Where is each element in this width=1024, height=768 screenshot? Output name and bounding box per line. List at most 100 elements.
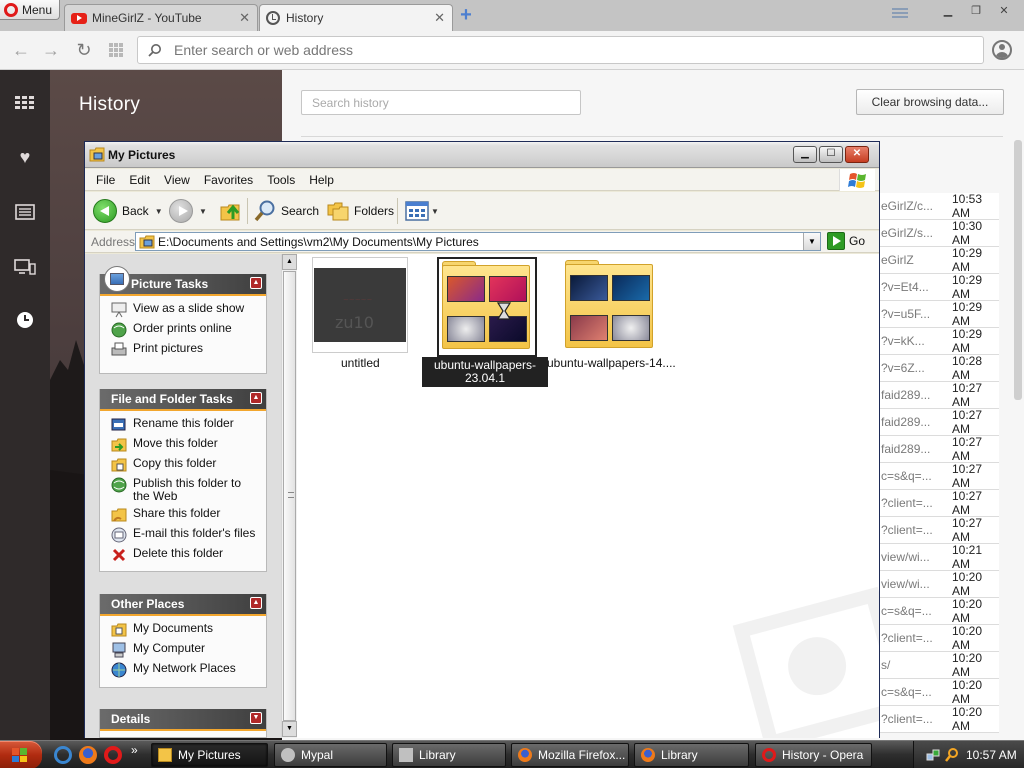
address-bar[interactable] — [137, 36, 984, 64]
collapse-icon[interactable]: ▲ — [250, 392, 262, 404]
menu-favorites[interactable]: Favorites — [197, 173, 260, 187]
task-share[interactable]: Share this folder — [111, 507, 260, 523]
menu-view[interactable]: View — [157, 173, 197, 187]
internet-explorer-icon[interactable] — [54, 746, 72, 764]
task-copy[interactable]: Copy this folder — [111, 457, 260, 473]
history-row[interactable]: eGirlZ/c... 10:53 AM — [879, 192, 999, 220]
history-row[interactable]: view/wi... 10:20 AM — [879, 570, 999, 598]
history-row[interactable]: c=s&q=... 10:27 AM — [879, 462, 999, 490]
task-rename[interactable]: Rename this folder — [111, 417, 260, 433]
tab-close-icon[interactable]: ✕ — [434, 10, 445, 26]
quick-launch-overflow[interactable]: » — [131, 743, 138, 757]
forward-arrow-icon[interactable]: → — [41, 40, 61, 60]
task-publish[interactable]: Publish this folder to the Web — [111, 477, 260, 503]
history-row[interactable]: ?client=... 10:20 AM — [879, 705, 999, 733]
expand-icon[interactable]: ▼ — [250, 712, 262, 724]
history-row[interactable]: ?client=... 10:27 AM — [879, 516, 999, 544]
history-row[interactable]: ?v=kK... 10:29 AM — [879, 327, 999, 355]
minimize-button[interactable]: ▁ — [793, 146, 817, 163]
scrollbar[interactable] — [1014, 140, 1022, 400]
network-icon[interactable] — [926, 748, 940, 762]
details-header[interactable]: Details ▼ — [100, 709, 266, 731]
tab-menu-icon[interactable] — [892, 8, 908, 22]
file-folder-tasks-header[interactable]: File and Folder Tasks ▲ — [100, 389, 266, 411]
history-row[interactable]: s/10:20 AM — [879, 651, 999, 679]
taskbar-button[interactable]: Mozilla Firefox... — [511, 743, 629, 767]
dropdown-arrow-icon[interactable]: ▼ — [431, 207, 439, 216]
clock[interactable]: 10:57 AM — [966, 748, 1017, 762]
search-icon[interactable] — [944, 747, 960, 763]
tab-close-icon[interactable]: ✕ — [239, 10, 250, 26]
history-row[interactable]: ?client=... 10:20 AM — [879, 624, 999, 652]
folders-button[interactable]: Folders — [326, 196, 394, 226]
close-button[interactable]: ✕ — [992, 2, 1016, 18]
close-button[interactable]: ✕ — [845, 146, 869, 163]
collapse-icon[interactable]: ▲ — [250, 597, 262, 609]
menu-help[interactable]: Help — [302, 173, 341, 187]
taskbar-button[interactable]: My Pictures — [151, 743, 268, 767]
history-row[interactable]: ?v=u5F... 10:29 AM — [879, 300, 999, 328]
taskbar-button[interactable]: Library — [392, 743, 506, 767]
picture-tasks-header[interactable]: Picture Tasks ▲ — [100, 266, 266, 296]
task-order-prints[interactable]: Order prints online — [111, 322, 260, 338]
scroll-down-icon[interactable]: ▼ — [282, 721, 297, 737]
menu-file[interactable]: File — [89, 173, 122, 187]
restore-button[interactable]: ❐ — [964, 2, 988, 18]
tab-history[interactable]: History ✕ — [259, 4, 453, 31]
history-row[interactable]: faid289... 10:27 AM — [879, 381, 999, 409]
start-button[interactable] — [0, 741, 42, 768]
speed-dial-icon[interactable] — [14, 93, 36, 113]
tab-sync-icon[interactable] — [14, 257, 36, 277]
task-delete[interactable]: Delete this folder — [111, 547, 260, 563]
address-input[interactable] — [174, 41, 964, 59]
opera-icon[interactable] — [104, 746, 122, 764]
history-row[interactable]: eGirlZ/s... 10:30 AM — [879, 219, 999, 247]
forward-button[interactable]: ▼ — [169, 196, 207, 226]
history-row[interactable]: ?v=Et4... 10:29 AM — [879, 273, 999, 301]
news-icon[interactable] — [14, 202, 36, 222]
views-button[interactable]: ▼ — [405, 196, 439, 226]
window-titlebar[interactable]: My Pictures ▁ ☐ ✕ — [85, 142, 879, 168]
menu-tools[interactable]: Tools — [260, 173, 302, 187]
dropdown-arrow-icon[interactable]: ▼ — [199, 207, 207, 216]
history-row[interactable]: faid289... 10:27 AM — [879, 435, 999, 463]
history-row[interactable]: ?v=6Z... 10:28 AM — [879, 354, 999, 382]
maximize-button[interactable]: ☐ — [819, 146, 843, 163]
taskbar-button[interactable]: History - Opera — [755, 743, 872, 767]
speed-dial-grid-icon[interactable] — [109, 43, 123, 57]
address-dropdown-icon[interactable]: ▼ — [803, 233, 820, 250]
task-email[interactable]: E-mail this folder's files — [111, 527, 260, 543]
account-icon[interactable] — [992, 40, 1012, 60]
tab-youtube[interactable]: MineGirlZ - YouTube ✕ — [64, 4, 258, 31]
task-print-pictures[interactable]: Print pictures — [111, 342, 260, 358]
scroll-thumb[interactable] — [283, 271, 296, 721]
address-field[interactable]: E:\Documents and Settings\vm2\My Documen… — [135, 232, 821, 251]
go-button[interactable]: Go — [827, 232, 865, 250]
other-places-header[interactable]: Other Places ▲ — [100, 594, 266, 616]
back-button[interactable]: Back ▼ — [93, 196, 163, 226]
collapse-icon[interactable]: ▲ — [250, 277, 262, 289]
history-row[interactable]: c=s&q=... 10:20 AM — [879, 678, 999, 706]
minimize-button[interactable]: ▁ — [936, 2, 960, 18]
reload-icon[interactable]: ↻ — [74, 40, 94, 60]
tasks-scrollbar[interactable]: ▲ ▼ — [281, 254, 297, 738]
task-move[interactable]: Move this folder — [111, 437, 260, 453]
firefox-icon[interactable] — [79, 746, 97, 764]
history-row[interactable]: ?client=... 10:27 AM — [879, 489, 999, 517]
place-my-documents[interactable]: My Documents — [111, 622, 260, 638]
history-row[interactable]: eGirlZ 10:29 AM — [879, 246, 999, 274]
search-button[interactable]: Search — [253, 196, 319, 226]
task-slideshow[interactable]: View as a slide show — [111, 302, 260, 318]
heart-icon[interactable]: ♥ — [14, 147, 36, 167]
scroll-up-icon[interactable]: ▲ — [282, 254, 297, 270]
history-row[interactable]: view/wi... 10:21 AM — [879, 543, 999, 571]
new-tab-button[interactable]: + — [455, 4, 477, 26]
clear-browsing-data-button[interactable]: Clear browsing data... — [856, 89, 1004, 115]
place-my-network-places[interactable]: My Network Places — [111, 662, 260, 678]
taskbar-button[interactable]: Library — [634, 743, 749, 767]
taskbar-button[interactable]: Mypal — [274, 743, 387, 767]
dropdown-arrow-icon[interactable]: ▼ — [155, 207, 163, 216]
up-folder-button[interactable] — [219, 196, 243, 226]
history-row[interactable]: faid289... 10:27 AM — [879, 408, 999, 436]
opera-menu-button[interactable]: Menu — [0, 0, 60, 20]
